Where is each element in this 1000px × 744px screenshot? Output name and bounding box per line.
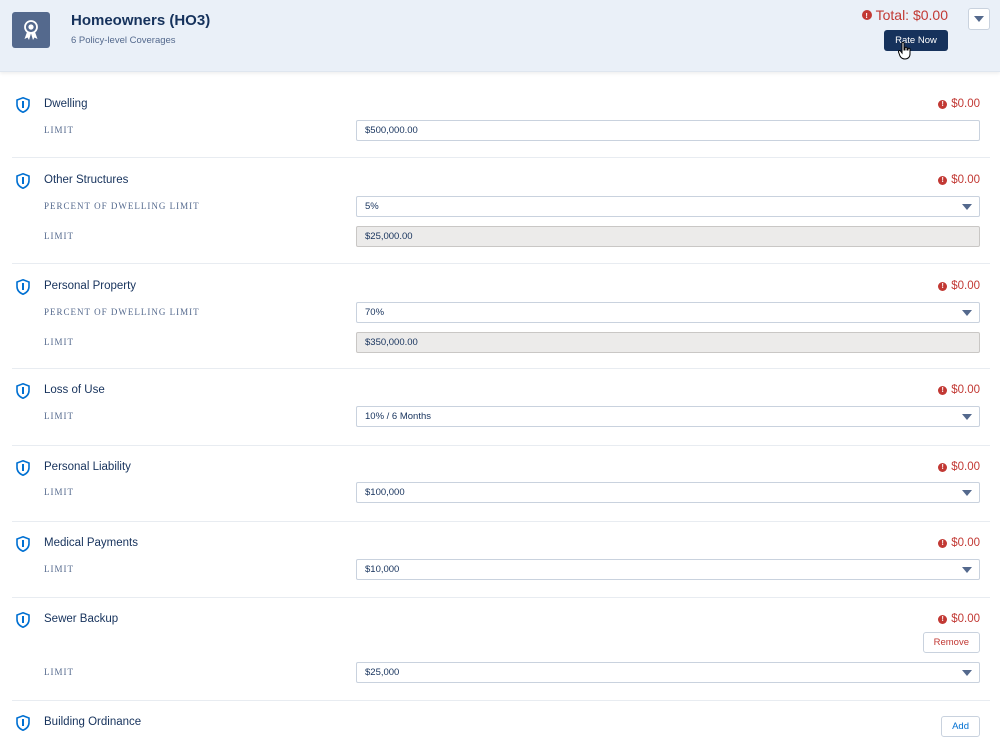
shield-icon [16,715,30,731]
amount-value: $0.00 [951,461,980,473]
field-value: $10,000 [365,564,400,575]
coverage-personal-property: Personal Property ! $0.00 PERCENT OF DWEL… [12,264,990,369]
field-label: PERCENT OF DWELLING LIMIT [44,201,200,211]
remove-button[interactable]: Remove [922,632,980,653]
amount-value: $0.00 [951,613,980,625]
percent-dwelling-select[interactable]: 70% [356,302,980,323]
shield-icon [16,612,30,628]
page-title: Homeowners (HO3) [71,12,211,29]
error-icon: ! [938,385,948,395]
hand-cursor-icon [897,41,912,65]
page-subtitle: 6 Policy-level Coverages [71,35,176,46]
coverage-title: Loss of Use [44,384,105,396]
chevron-down-icon [974,16,984,22]
coverage-title: Dwelling [44,98,88,110]
dropdown-arrow-icon [962,310,972,316]
field-value: 10% / 6 Months [365,411,432,422]
loss-of-use-limit-select[interactable]: 10% / 6 Months [356,406,980,427]
coverage-amount: ! $0.00 [938,384,980,396]
coverage-other-structures: Other Structures ! $0.00 PERCENT OF DWELL… [12,158,990,264]
coverage-amount: ! $0.00 [938,537,980,549]
field-label: LIMIT [44,487,74,497]
rate-now-button[interactable]: Rate Now [884,30,948,51]
field-label: LIMIT [44,125,74,135]
page-header: Homeowners (HO3) 6 Policy-level Coverage… [0,0,1000,72]
field-value: $500,000.00 [365,125,418,136]
field-value: $100,000 [365,487,405,498]
field-label: LIMIT [44,411,74,421]
field-label: LIMIT [44,667,74,677]
total-label: Total: $0.00 [875,7,948,23]
dropdown-arrow-icon [962,414,972,420]
coverage-loss-of-use: Loss of Use ! $0.00 LIMIT 10% / 6 Months [12,369,990,446]
dropdown-arrow-icon [962,490,972,496]
coverage-amount: ! $0.00 [938,613,980,625]
dwelling-limit-input[interactable]: $500,000.00 [356,120,980,141]
dropdown-arrow-icon [962,670,972,676]
shield-icon [16,173,30,189]
coverage-title: Personal Liability [44,461,131,473]
field-label: LIMIT [44,231,74,241]
add-button[interactable]: Add [941,716,980,737]
coverage-title: Personal Property [44,280,137,292]
sewer-backup-limit-select[interactable]: $25,000 [356,662,980,683]
coverage-amount: ! $0.00 [938,174,980,186]
error-icon: ! [938,614,948,624]
field-label: LIMIT [44,564,74,574]
personal-liability-limit-select[interactable]: $100,000 [356,482,980,503]
amount-value: $0.00 [951,174,980,186]
field-value: $25,000 [365,667,400,678]
coverage-title: Sewer Backup [44,613,119,625]
shield-icon [16,536,30,552]
amount-value: $0.00 [951,280,980,292]
shield-icon [16,97,30,113]
field-value: $350,000.00 [365,337,418,348]
dropdown-arrow-icon [962,204,972,210]
field-value: $25,000.00 [365,231,413,242]
coverage-sewer-backup: Sewer Backup ! $0.00 Remove LIMIT $25,000 [12,598,990,701]
coverage-title: Other Structures [44,174,129,186]
award-icon [12,12,50,48]
shield-icon [16,383,30,399]
coverage-personal-liability: Personal Liability ! $0.00 LIMIT $100,000 [12,446,990,522]
coverage-dwelling: Dwelling ! $0.00 LIMIT $500,000.00 [12,88,990,158]
error-icon: ! [938,175,948,185]
error-icon: ! [938,281,948,291]
shield-icon [16,460,30,476]
total-amount: ! Total: $0.00 [861,7,948,23]
error-icon: ! [938,538,948,548]
error-icon: ! [861,10,872,20]
amount-value: $0.00 [951,537,980,549]
coverage-amount: ! $0.00 [938,461,980,473]
coverage-title: Medical Payments [44,537,138,549]
error-icon: ! [938,99,948,109]
amount-value: $0.00 [951,384,980,396]
medical-payments-limit-select[interactable]: $10,000 [356,559,980,580]
coverage-building-ordinance: Building Ordinance Add [12,701,990,744]
coverage-amount: ! $0.00 [938,280,980,292]
coverage-medical-payments: Medical Payments ! $0.00 LIMIT $10,000 [12,522,990,598]
dropdown-arrow-icon [962,567,972,573]
shield-icon [16,279,30,295]
header-menu-button[interactable] [968,8,990,30]
limit-readonly-field: $25,000.00 [356,226,980,247]
coverage-title: Building Ordinance [44,716,142,728]
coverage-amount: ! $0.00 [938,98,980,110]
percent-dwelling-select[interactable]: 5% [356,196,980,217]
limit-readonly-field: $350,000.00 [356,332,980,353]
error-icon: ! [938,462,948,472]
field-label: LIMIT [44,337,74,347]
field-value: 5% [365,201,379,212]
amount-value: $0.00 [951,98,980,110]
field-label: PERCENT OF DWELLING LIMIT [44,307,200,317]
field-value: 70% [365,307,385,318]
